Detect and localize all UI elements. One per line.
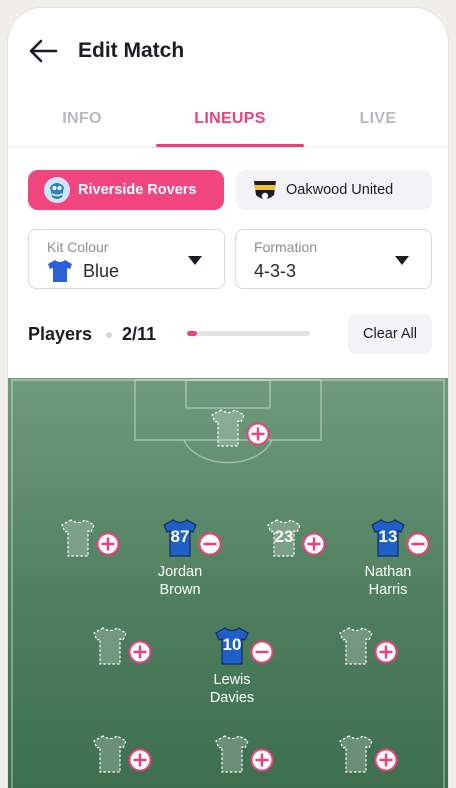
- players-label: Players: [28, 324, 93, 344]
- tab-info[interactable]: INFO: [8, 96, 156, 148]
- empty-jersey-icon[interactable]: [338, 626, 374, 666]
- kit-colour-select[interactable]: Kit Colour Blue: [28, 229, 225, 289]
- team-name-away: Oakwood United: [286, 182, 394, 198]
- jersey-number: 87: [170, 527, 190, 546]
- empty-jersey-icon[interactable]: [210, 408, 246, 448]
- add-player-icon[interactable]: [246, 422, 270, 446]
- team-button-home[interactable]: Riverside Rovers: [28, 170, 224, 210]
- remove-player-icon[interactable]: [406, 532, 430, 556]
- tab-lineups[interactable]: LINEUPS: [156, 96, 304, 148]
- tab-live[interactable]: LIVE: [304, 96, 448, 148]
- add-player-icon[interactable]: [128, 640, 152, 664]
- tab-bar: INFO LINEUPS LIVE: [8, 96, 448, 148]
- progress-fill: [187, 331, 197, 336]
- remove-player-icon[interactable]: [198, 532, 222, 556]
- oakwood-crest-icon: [254, 181, 276, 200]
- formation-value: 4-3-3: [254, 261, 297, 281]
- riverside-crest-icon: [44, 177, 70, 203]
- empty-jersey-icon[interactable]: [338, 734, 374, 774]
- header: Edit Match: [8, 8, 448, 96]
- formation-select[interactable]: Formation 4-3-3: [235, 229, 432, 289]
- empty-jersey-icon[interactable]: [92, 626, 128, 666]
- player-name: Jordan Brown: [130, 563, 230, 599]
- dropdown-caret-icon: [188, 256, 202, 265]
- separator-dot: [106, 332, 112, 338]
- remove-player-icon[interactable]: [250, 640, 274, 664]
- shirt-icon: [48, 260, 72, 282]
- player-name: Lewis Davies: [182, 671, 282, 707]
- team-name-home: Riverside Rovers: [78, 182, 197, 198]
- formation-label: Formation: [254, 239, 318, 255]
- kit-colour-label: Kit Colour: [47, 239, 109, 255]
- add-player-icon[interactable]: [128, 748, 152, 772]
- active-tab-indicator: [156, 144, 304, 147]
- empty-jersey-icon[interactable]: [60, 518, 96, 558]
- players-progress-bar: [187, 331, 310, 336]
- add-player-icon[interactable]: [96, 532, 120, 556]
- jersey-number: 13: [378, 527, 398, 546]
- phone-frame: Edit Match INFO LINEUPS LIVE Riverside R…: [8, 8, 448, 788]
- player-last-name: Harris: [368, 582, 408, 598]
- pitch: 87 Jordan Brown 23 13 Nathan Harris 10 L…: [8, 378, 448, 788]
- player-first-name: Jordan: [157, 564, 203, 580]
- empty-jersey-icon[interactable]: [214, 734, 250, 774]
- team-button-away[interactable]: Oakwood United: [236, 170, 432, 210]
- add-player-icon[interactable]: [302, 532, 326, 556]
- kit-colour-value: Blue: [83, 261, 120, 281]
- empty-jersey-icon[interactable]: [92, 734, 128, 774]
- player-name: Nathan Harris: [338, 563, 438, 599]
- jersey-number: 10: [222, 635, 242, 654]
- add-player-icon[interactable]: [374, 748, 398, 772]
- player-first-name: Nathan: [364, 564, 412, 580]
- player-first-name: Lewis: [213, 672, 251, 688]
- add-player-icon[interactable]: [374, 640, 398, 664]
- players-count: 2/11: [122, 324, 157, 344]
- back-arrow-icon[interactable]: [28, 38, 58, 64]
- player-last-name: Davies: [209, 690, 255, 706]
- dropdown-caret-icon: [395, 256, 409, 265]
- clear-all-button[interactable]: Clear All: [348, 314, 432, 354]
- page-title: Edit Match: [78, 39, 185, 62]
- add-player-icon[interactable]: [250, 748, 274, 772]
- player-last-name: Brown: [159, 582, 201, 598]
- jersey-number: 23: [274, 527, 294, 546]
